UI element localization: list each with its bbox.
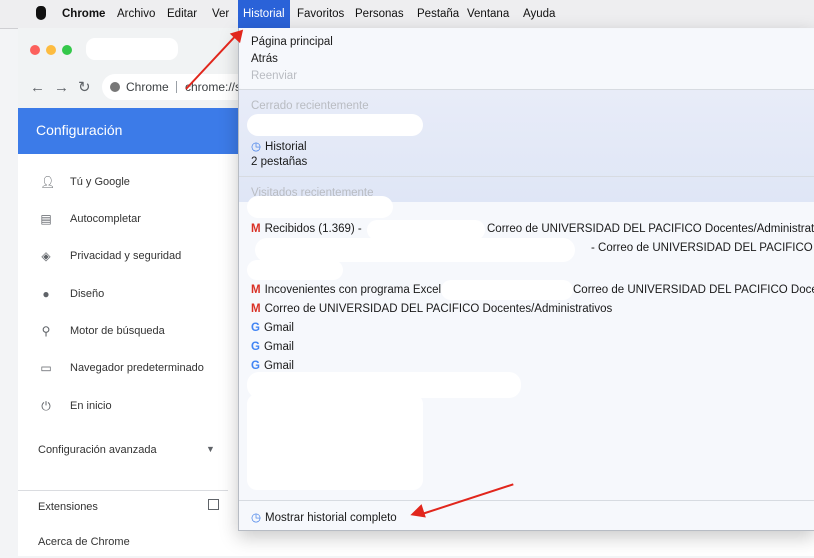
menu-item-historial[interactable]: ◷ Historial: [251, 139, 307, 153]
sidebar-item-extensiones[interactable]: Extensiones: [18, 493, 228, 523]
entry-label: Gmail: [263, 322, 294, 334]
clipboard-icon: ▤: [40, 212, 52, 226]
menu-item-label: Historial: [265, 141, 307, 153]
redacted-block: [367, 220, 485, 240]
google-icon: G: [251, 341, 260, 353]
browser-tab[interactable]: [86, 38, 178, 60]
sidebar-item-label: Motor de búsqueda: [70, 325, 165, 337]
menu-pestana[interactable]: Pestaña: [417, 0, 459, 28]
redacted-block: [247, 260, 343, 280]
search-icon: ⚲: [41, 324, 51, 338]
menu-item-mostrar-historial-completo[interactable]: ◷ Mostrar historial completo: [251, 510, 397, 524]
sidebar-item-label: Tú y Google: [70, 176, 130, 188]
gmail-icon: M: [251, 223, 261, 235]
history-menu: Página principal Atrás Reenviar Cerrado …: [238, 28, 814, 531]
sidebar-item-label: Acerca de Chrome: [38, 536, 130, 548]
sidebar-item-autocompletar[interactable]: ▤ Autocompletar: [18, 205, 228, 235]
chevron-down-icon: ▼: [206, 444, 215, 454]
menu-chrome[interactable]: Chrome: [62, 0, 105, 28]
history-entry-correo-1[interactable]: Correo de UNIVERSIDAD DEL PACIFICO Docen…: [487, 223, 814, 235]
menu-separator: [239, 500, 814, 501]
sidebar-item-label: Configuración avanzada: [38, 444, 157, 456]
menu-item-atras[interactable]: Atrás: [251, 53, 278, 65]
open-in-new-icon: [208, 499, 219, 510]
sidebar-item-diseno[interactable]: ● Diseño: [18, 280, 228, 310]
history-entry-gmail-2[interactable]: G Gmail: [251, 341, 294, 353]
menu-item-reenviar: Reenviar: [251, 70, 298, 82]
menu-favoritos[interactable]: Favoritos: [297, 0, 344, 28]
minimize-window-button[interactable]: [46, 45, 56, 55]
palette-icon: ●: [42, 287, 50, 301]
google-icon: G: [251, 360, 260, 372]
history-entry-gmail-1[interactable]: G Gmail: [251, 322, 294, 334]
entry-label: Incovenientes con programa Excel: [264, 284, 442, 296]
sidebar-item-acerca-de[interactable]: Acerca de Chrome: [18, 528, 228, 558]
entry-label: Recibidos (1.369) -: [264, 223, 362, 235]
apple-icon[interactable]: [36, 6, 46, 20]
sidebar-item-motor-busqueda[interactable]: ⚲ Motor de búsqueda: [18, 317, 228, 347]
forward-arrow-icon[interactable]: →: [54, 80, 69, 96]
power-icon: ⏻: [41, 399, 51, 413]
history-entry-correo-3[interactable]: Correo de UNIVERSIDAD DEL PACIFICO Docen…: [573, 284, 814, 296]
browser-icon: ▭: [40, 361, 52, 375]
menu-personas[interactable]: Personas: [355, 0, 404, 28]
redacted-block: [247, 114, 423, 136]
person-icon: 👤︎: [40, 175, 56, 189]
sidebar-item-label: Autocompletar: [70, 213, 141, 225]
sidebar-item-config-avanzada[interactable]: Configuración avanzada ▼: [18, 436, 228, 466]
history-icon: ◷: [251, 141, 262, 153]
redacted-block: [247, 394, 423, 490]
omnibox-separator: [176, 81, 177, 93]
shield-icon: ◈: [41, 249, 51, 263]
redacted-block: [441, 280, 573, 300]
chrome-logo-icon: [110, 82, 120, 92]
menu-ver[interactable]: Ver: [212, 0, 229, 28]
sidebar-item-label: En inicio: [70, 400, 112, 412]
menu-ayuda[interactable]: Ayuda: [523, 0, 555, 28]
gmail-icon: M: [251, 284, 261, 296]
sidebar-item-en-inicio[interactable]: ⏻ En inicio: [18, 392, 228, 422]
macos-menubar: Chrome Archivo Editar Ver Historial Favo…: [0, 0, 814, 29]
page-title: Configuración: [36, 122, 123, 138]
history-entry-correo-4[interactable]: M Correo de UNIVERSIDAD DEL PACIFICO Doce…: [251, 303, 612, 315]
gmail-icon: M: [251, 303, 261, 315]
section-cerrado-recientemente: Cerrado recientemente: [251, 100, 369, 112]
reload-icon[interactable]: ↻: [78, 80, 91, 96]
back-arrow-icon[interactable]: ←: [30, 80, 45, 96]
sidebar-item-privacidad[interactable]: ◈ Privacidad y seguridad: [18, 242, 228, 272]
sidebar-divider: [18, 490, 228, 491]
sidebar-item-navegador[interactable]: ▭ Navegador predeterminado: [18, 354, 228, 384]
menu-historial[interactable]: Historial: [238, 0, 290, 28]
google-icon: G: [251, 322, 260, 334]
sidebar-item-label: Navegador predeterminado: [70, 362, 204, 374]
entry-label: Correo de UNIVERSIDAD DEL PACIFICO Docen…: [264, 303, 613, 315]
redacted-block: [247, 196, 393, 218]
sidebar-item-label: Privacidad y seguridad: [70, 250, 182, 262]
maximize-window-button[interactable]: [62, 45, 72, 55]
sidebar-item-label: Extensiones: [38, 501, 98, 513]
menu-item-2-pestanas[interactable]: 2 pestañas: [251, 156, 307, 168]
omnibox-label: Chrome: [126, 80, 169, 94]
history-icon: ◷: [251, 512, 262, 524]
entry-label: Gmail: [263, 341, 294, 353]
history-entry-inconvenientes[interactable]: M Incovenientes con programa Excel: [251, 284, 441, 296]
menu-archivo[interactable]: Archivo: [117, 0, 155, 28]
menu-editar[interactable]: Editar: [167, 0, 197, 28]
history-entry-recibidos[interactable]: M Recibidos (1.369) -: [251, 223, 362, 235]
menu-item-label: Mostrar historial completo: [265, 512, 397, 524]
close-window-button[interactable]: [30, 45, 40, 55]
redacted-block: [255, 238, 575, 262]
sidebar-item-tu-y-google[interactable]: 👤︎ Tú y Google: [18, 168, 228, 198]
sidebar-item-label: Diseño: [70, 288, 105, 300]
menu-ventana[interactable]: Ventana: [467, 0, 509, 28]
entry-label: Gmail: [263, 360, 294, 372]
menu-item-pagina-principal[interactable]: Página principal: [251, 36, 333, 48]
menu-separator: [239, 176, 814, 177]
history-entry-gmail-3[interactable]: G Gmail: [251, 360, 294, 372]
history-entry-correo-2[interactable]: - Correo de UNIVERSIDAD DEL PACIFICO Doc: [591, 242, 814, 254]
